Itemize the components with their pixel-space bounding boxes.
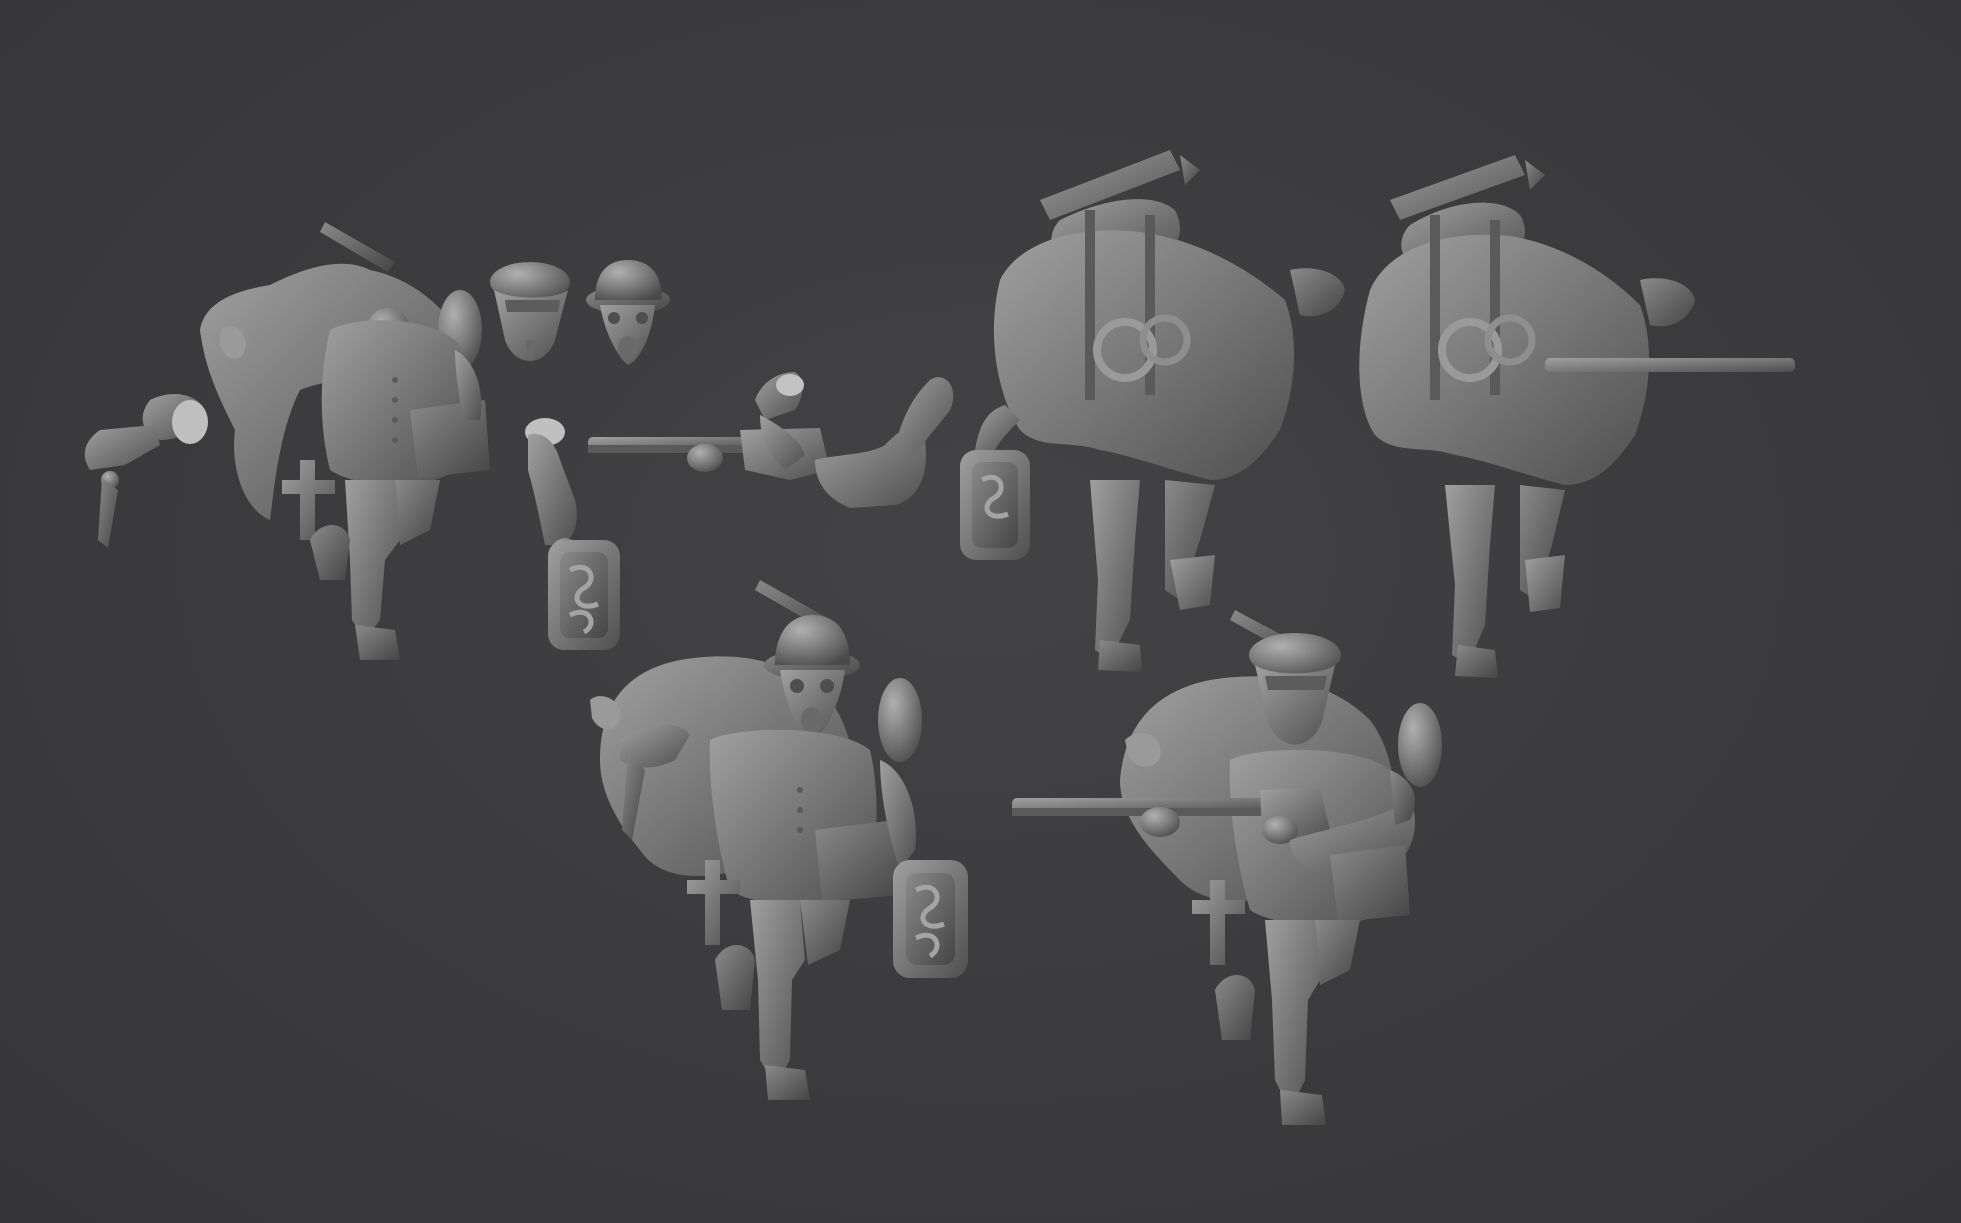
detached-rifle-with-arms [588,372,954,508]
helmet-gasmask-head [586,260,670,365]
detached-left-arm-with-knife [84,394,208,548]
officer-cap-head [490,262,570,361]
figure-rear-view-1 [960,150,1345,672]
render-viewport [0,0,1961,1223]
assembled-figure-officer-rifle [1012,610,1442,1125]
figure-kit-body-front [200,222,490,660]
figure-rear-view-2 [1359,155,1795,678]
assembled-figure-gasmask-case [590,580,968,1100]
sculpt-render-scene [84,150,1795,1125]
